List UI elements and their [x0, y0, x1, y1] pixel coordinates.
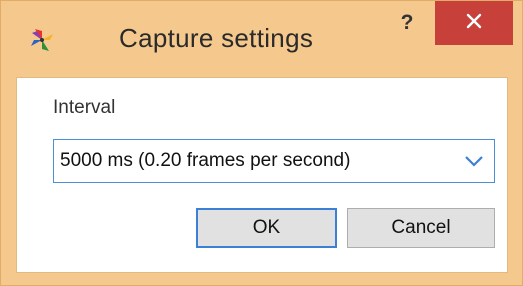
- title-bar[interactable]: Capture settings ?: [1, 1, 523, 76]
- ok-button-label: OK: [252, 217, 281, 238]
- dialog-content: Interval 5000 ms (0.20 frames per second…: [16, 77, 508, 273]
- close-button[interactable]: [435, 1, 513, 45]
- ok-button[interactable]: OK: [196, 208, 337, 248]
- chevron-down-icon[interactable]: [464, 153, 484, 169]
- capture-settings-dialog: Capture settings ? Interval 5000 ms (0.2…: [0, 0, 523, 286]
- interval-selected-value: 5000 ms (0.20 frames per second): [60, 150, 351, 171]
- help-button-label: ?: [400, 11, 414, 34]
- window-title: Capture settings: [119, 23, 314, 53]
- help-button[interactable]: ?: [389, 1, 425, 45]
- close-icon: [466, 13, 482, 34]
- interval-dropdown[interactable]: 5000 ms (0.20 frames per second): [53, 139, 495, 183]
- interval-label: Interval: [53, 97, 116, 118]
- pinwheel-icon: [29, 27, 55, 53]
- cancel-button[interactable]: Cancel: [347, 208, 495, 248]
- cancel-button-label: Cancel: [391, 217, 451, 238]
